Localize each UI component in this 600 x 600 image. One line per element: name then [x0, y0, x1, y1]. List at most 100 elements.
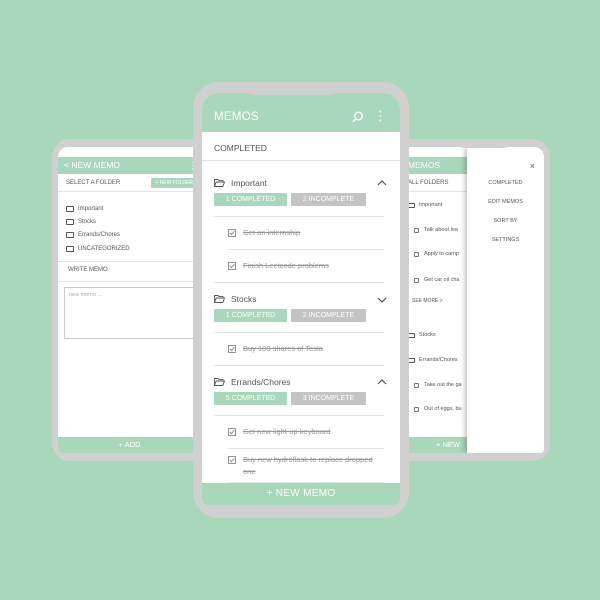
- checked-box-icon[interactable]: [228, 262, 236, 270]
- folder-header-important[interactable]: Important: [214, 178, 267, 188]
- divider: [58, 281, 201, 282]
- memo-item[interactable]: Get new light-up keyboard: [228, 426, 331, 438]
- menu-screen: MEMOS ALL FOLDERS Important Talk about l…: [398, 147, 544, 453]
- divider: [214, 415, 384, 416]
- memo-text: Get an internship: [243, 228, 301, 237]
- menu-item-completed[interactable]: COMPLETED: [467, 180, 544, 186]
- memo-item[interactable]: Get car oil cha: [414, 277, 459, 283]
- divider: [228, 448, 384, 449]
- folder-icon: [66, 232, 74, 238]
- menu-item-sort-by[interactable]: SORT BY: [467, 218, 544, 224]
- checked-box-icon[interactable]: [228, 428, 236, 436]
- see-more-link[interactable]: SEE MORE >: [412, 298, 443, 304]
- checked-box-icon[interactable]: [228, 229, 236, 237]
- folder-option-label: UNCATEGORIZED: [78, 246, 130, 252]
- select-folder-label: SELECT A FOLDER: [66, 180, 121, 186]
- divider: [214, 282, 384, 283]
- folder-option-uncategorized[interactable]: UNCATEGORIZED: [66, 246, 130, 252]
- memo-text: Talk about lea: [424, 227, 458, 233]
- checkbox-icon[interactable]: [414, 251, 419, 257]
- divider: [228, 249, 384, 250]
- all-folders-label: ALL FOLDERS: [408, 180, 449, 186]
- write-memo-label: WRITE MEMO: [68, 267, 108, 273]
- memo-textarea[interactable]: new memo ...: [64, 287, 200, 339]
- divider: [214, 332, 384, 333]
- memo-item[interactable]: Apply to camp: [414, 251, 459, 257]
- incomplete-count-badge[interactable]: 3 INCOMPLETE: [291, 392, 366, 405]
- incomplete-count-badge[interactable]: 2 INCOMPLETE: [291, 309, 366, 322]
- memo-item[interactable]: Buy new hydroflask to replace dropped on…: [228, 454, 378, 478]
- new-memo-button[interactable]: + NEW MEMO: [202, 483, 400, 505]
- chevron-up-icon[interactable]: [377, 179, 387, 187]
- menu-phone: MEMOS ALL FOLDERS Important Talk about l…: [392, 139, 550, 461]
- memo-item[interactable]: Buy 100 shares of Tesla: [228, 343, 323, 355]
- folder-icon: [66, 219, 74, 225]
- chevron-up-icon[interactable]: [377, 378, 387, 386]
- folder-label: Errands/Chores: [419, 357, 458, 363]
- completed-count-badge: 5 COMPLETED: [214, 392, 287, 405]
- memo-item[interactable]: Out of eggs, bu: [414, 406, 462, 412]
- checkbox-icon[interactable]: [414, 277, 419, 283]
- divider: [214, 216, 384, 217]
- back-new-memo-title[interactable]: < NEW MEMO: [64, 160, 120, 170]
- folder-option-label: Stocks: [78, 219, 97, 225]
- folder-option-errands[interactable]: Errands/Chores: [66, 232, 120, 238]
- memo-text: Take out the ga: [424, 382, 462, 388]
- memo-item[interactable]: Finish Leetcode problems: [228, 260, 329, 272]
- checkbox-icon[interactable]: [414, 382, 419, 388]
- folder-option-label: Errands/Chores: [78, 232, 121, 238]
- folder-important[interactable]: Important: [408, 202, 442, 208]
- checked-box-icon[interactable]: [228, 345, 236, 353]
- memo-text: Buy new hydroflask to replace dropped on…: [243, 455, 373, 476]
- menu-item-settings[interactable]: SETTINGS: [467, 237, 544, 243]
- folder-option-stocks[interactable]: Stocks: [66, 219, 96, 225]
- new-folder-button[interactable]: + NEW FOLDER: [151, 178, 197, 188]
- folder-icon: [66, 206, 74, 212]
- menu-item-edit-memos[interactable]: EDIT MEMOS: [467, 199, 544, 205]
- folder-label: Important: [419, 202, 443, 208]
- folder-icon: [66, 246, 74, 252]
- checkbox-icon[interactable]: [414, 227, 419, 233]
- search-icon[interactable]: [352, 111, 364, 123]
- checked-box-icon[interactable]: [228, 456, 236, 464]
- memo-text: Get new light-up keyboard: [243, 427, 331, 436]
- folder-open-icon: [214, 378, 225, 386]
- folder-errands[interactable]: Errands/Chores: [408, 357, 458, 363]
- memo-item[interactable]: Talk about lea: [414, 227, 458, 233]
- close-icon[interactable]: ×: [530, 161, 535, 171]
- folder-name: Stocks: [231, 294, 257, 304]
- memo-item[interactable]: Get an internship: [228, 227, 300, 239]
- completed-memos-screen: MEMOS ⋮ COMPLETED Important 1 COMPLETED …: [202, 93, 400, 505]
- page-title: MEMOS: [214, 111, 259, 123]
- folder-icon: [408, 202, 415, 208]
- completed-count-badge: 1 COMPLETED: [214, 309, 287, 322]
- new-memo-phone: < NEW MEMO ⋮ SELECT A FOLDER + NEW FOLDE…: [52, 139, 207, 461]
- checkbox-icon[interactable]: [414, 406, 419, 412]
- folder-option-important[interactable]: Important: [66, 206, 103, 212]
- add-button[interactable]: + ADD: [58, 437, 201, 453]
- memo-text: Apply to camp: [424, 251, 459, 257]
- more-options-icon[interactable]: ⋮: [374, 109, 387, 122]
- memo-text: Finish Leetcode problems: [243, 261, 329, 270]
- folder-name: Important: [231, 178, 267, 188]
- memo-text: Get car oil cha: [424, 277, 460, 283]
- side-menu-panel: × COMPLETED EDIT MEMOS SORT BY SETTINGS: [467, 147, 544, 453]
- folder-header-stocks[interactable]: Stocks: [214, 294, 257, 304]
- folder-header-errands[interactable]: Errands/Chores: [214, 377, 291, 387]
- folder-stocks[interactable]: Stocks: [408, 332, 436, 338]
- memo-item[interactable]: Take out the ga: [414, 382, 462, 388]
- incomplete-count-badge[interactable]: 2 INCOMPLETE: [291, 193, 366, 206]
- folder-icon: [408, 357, 415, 363]
- folder-open-icon: [214, 179, 225, 187]
- divider: [202, 160, 400, 161]
- folder-icon: [408, 332, 415, 338]
- chevron-down-icon[interactable]: [377, 296, 387, 304]
- section-title: COMPLETED: [214, 143, 267, 153]
- folder-name: Errands/Chores: [231, 377, 291, 387]
- phone-notch: [456, 139, 511, 148]
- memos-title: MEMOS: [408, 160, 441, 170]
- folder-option-label: Important: [78, 206, 104, 212]
- folder-label: Stocks: [419, 332, 436, 338]
- memo-text: Buy 100 shares of Tesla: [243, 344, 323, 353]
- new-memo-screen: < NEW MEMO ⋮ SELECT A FOLDER + NEW FOLDE…: [58, 147, 201, 453]
